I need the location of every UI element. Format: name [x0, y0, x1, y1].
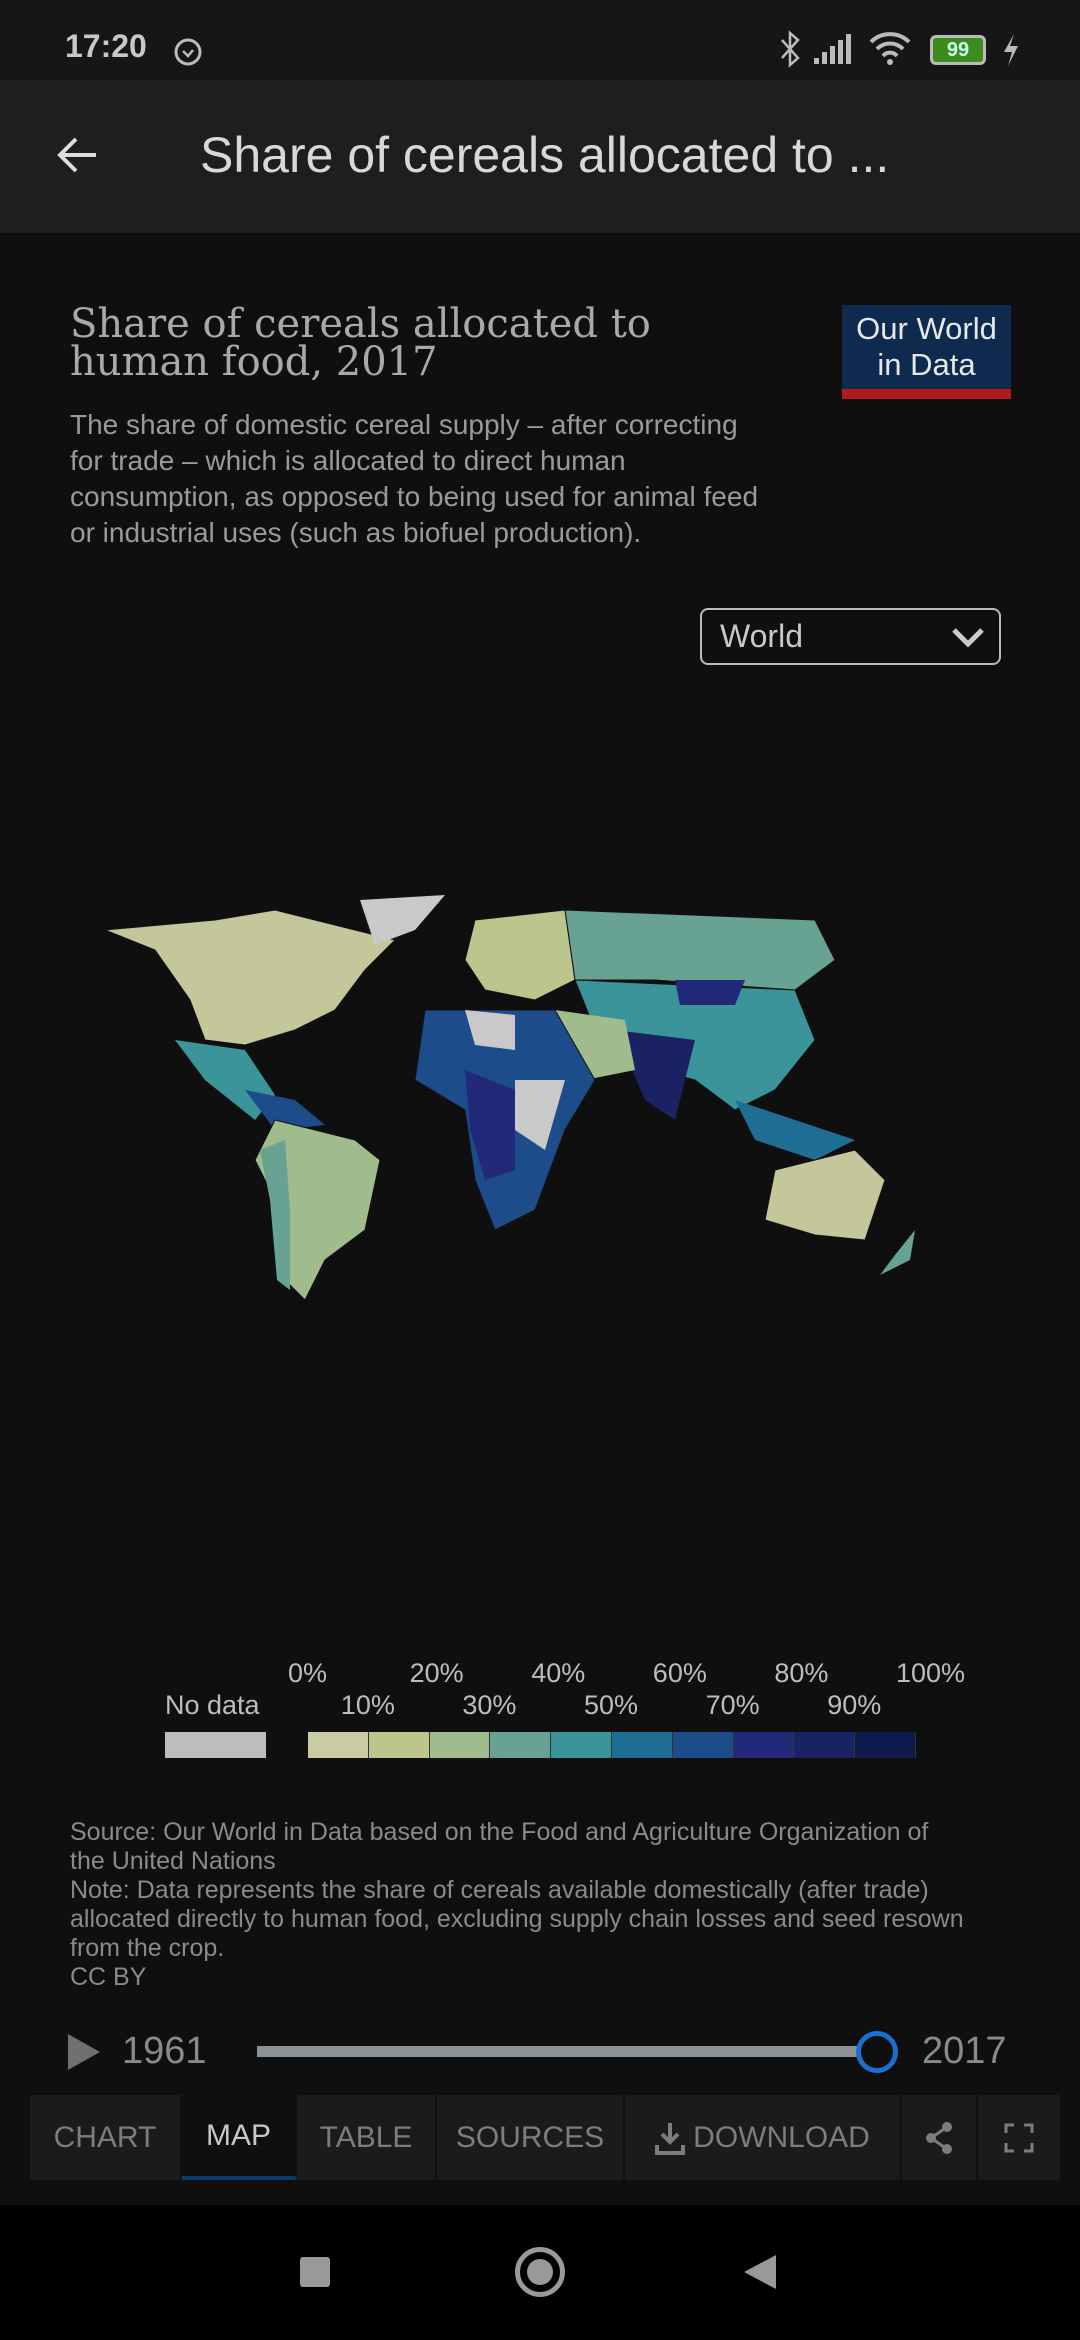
legend-swatch — [855, 1732, 916, 1758]
alarm-icon — [174, 38, 202, 66]
owid-logo[interactable]: Our World in Data — [842, 305, 1011, 399]
map-europe — [464, 909, 576, 1001]
legend-swatch — [308, 1732, 369, 1758]
tab-chart[interactable]: CHART — [30, 2095, 182, 2180]
map-russia — [564, 909, 836, 991]
clock: 17:20 — [65, 28, 147, 64]
fullscreen-button[interactable] — [978, 2095, 1060, 2180]
play-icon[interactable] — [66, 2032, 102, 2072]
map-southeast-asia — [735, 1100, 855, 1160]
timeline-track[interactable] — [257, 2046, 877, 2057]
timeline-end: 2017 — [922, 2030, 1007, 2072]
page-title: Share of cereals allocated to ... — [200, 127, 890, 183]
legend-label: 20% — [409, 1658, 464, 1688]
timeline-thumb[interactable] — [856, 2031, 898, 2073]
map-new-zealand — [880, 1230, 915, 1275]
app-bar: Share of cereals allocated to ... — [0, 80, 1080, 233]
legend-label: 30% — [462, 1690, 517, 1720]
legend-label: 80% — [774, 1658, 829, 1688]
tab-download-label: DOWNLOAD — [693, 2120, 870, 2154]
note-text: Note: Data represents the share of cerea… — [70, 1876, 964, 1962]
legend-label: 50% — [584, 1690, 639, 1720]
legend-swatch — [368, 1732, 430, 1758]
battery-icon: 99 — [930, 35, 986, 65]
legend-label: 90% — [827, 1690, 882, 1720]
bluetooth-icon — [781, 30, 800, 68]
chart-subtitle: The share of domestic cereal supply – af… — [70, 409, 759, 548]
legend-swatch — [733, 1732, 795, 1758]
wifi-icon — [869, 32, 911, 65]
map-australia — [764, 1149, 886, 1241]
legend-label: 70% — [705, 1690, 760, 1720]
recents-icon[interactable] — [300, 2257, 330, 2287]
back-icon[interactable] — [742, 2253, 778, 2291]
timeline-start: 1961 — [122, 2030, 207, 2072]
legend-color-bar — [308, 1732, 916, 1758]
download-icon — [655, 2122, 686, 2155]
world-map[interactable] — [95, 880, 965, 1310]
legend-no-data-label: No data — [165, 1690, 260, 1720]
license-link[interactable]: CC BY — [70, 1963, 970, 1992]
status-bar: 17:20 99 — [0, 0, 1080, 80]
region-select[interactable]: World — [700, 608, 1001, 665]
tab-map[interactable]: MAP — [182, 2095, 297, 2180]
legend-swatch — [672, 1732, 734, 1758]
tab-table[interactable]: TABLE — [297, 2095, 437, 2180]
legend-no-data-swatch — [165, 1732, 266, 1758]
legend-label: 0% — [288, 1658, 328, 1688]
map-mongolia — [675, 980, 745, 1005]
tab-download[interactable]: DOWNLOAD — [625, 2095, 902, 2180]
legend-label: 60% — [652, 1658, 707, 1688]
share-button[interactable] — [902, 2095, 978, 2180]
legend-swatch — [794, 1732, 856, 1758]
legend-swatch — [611, 1732, 673, 1758]
region-select-value: World — [720, 618, 803, 654]
legend-label: 10% — [340, 1690, 395, 1720]
chevron-down-icon — [952, 628, 984, 648]
nav-bar — [0, 2205, 1080, 2340]
map-greenland — [360, 895, 445, 945]
tab-sources[interactable]: SOURCES — [437, 2095, 625, 2180]
arrow-left-icon[interactable] — [52, 130, 102, 180]
charging-icon — [1004, 34, 1018, 66]
legend-swatch — [490, 1732, 552, 1758]
home-icon[interactable] — [515, 2247, 565, 2297]
legend-swatch — [551, 1732, 612, 1758]
signal-icon — [814, 34, 851, 64]
share-icon — [926, 2121, 952, 2154]
map-andes — [260, 1140, 290, 1290]
legend-label: 40% — [531, 1658, 586, 1688]
sources-block: Source: Our World in Data based on the F… — [70, 1818, 970, 1992]
map-north-america — [104, 909, 396, 1046]
source-text: Source: Our World in Data based on the F… — [70, 1818, 929, 1875]
chart-title: Share of cereals allocated to human food… — [70, 301, 651, 385]
legend-swatch — [429, 1732, 491, 1758]
fullscreen-icon — [1004, 2123, 1034, 2152]
legend-label: 100% — [896, 1658, 966, 1688]
